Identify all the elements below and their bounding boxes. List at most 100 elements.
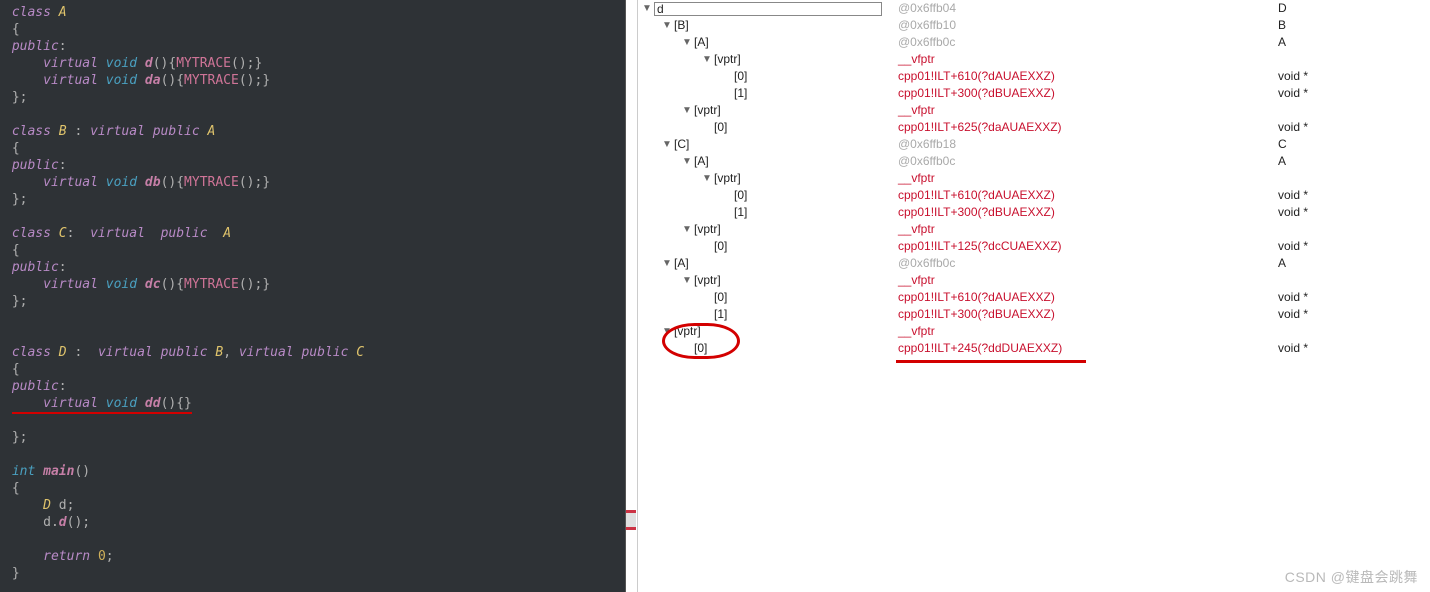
watch-name[interactable]: [1] bbox=[734, 85, 747, 102]
watermark-text: CSDN @键盘会跳舞 bbox=[1285, 569, 1418, 586]
code-line[interactable]: { bbox=[4, 22, 20, 37]
watch-name[interactable]: [0] bbox=[714, 289, 727, 306]
watch-name[interactable]: [vptr] bbox=[714, 170, 741, 187]
code-line[interactable]: }; bbox=[4, 192, 27, 207]
code-lines[interactable]: class A { public: virtual void d(){MYTRA… bbox=[0, 0, 625, 582]
code-line[interactable]: }; bbox=[4, 90, 27, 105]
code-line[interactable]: virtual void dd(){} bbox=[4, 396, 192, 414]
watch-row[interactable]: ▼[A]@0x6ffb0cA bbox=[638, 255, 1430, 272]
watch-name[interactable]: [vptr] bbox=[714, 51, 741, 68]
code-line[interactable] bbox=[4, 413, 12, 428]
watch-name[interactable]: [0] bbox=[714, 119, 727, 136]
code-line[interactable]: class D : virtual public B, virtual publ… bbox=[4, 345, 364, 360]
chevron-down-icon[interactable]: ▼ bbox=[662, 323, 672, 340]
code-line[interactable] bbox=[4, 447, 12, 462]
chevron-down-icon[interactable]: ▼ bbox=[642, 0, 652, 17]
watch-name[interactable]: [A] bbox=[694, 34, 709, 51]
watch-value: @0x6ffb04 bbox=[898, 0, 1278, 17]
chevron-down-icon[interactable]: ▼ bbox=[682, 102, 692, 119]
code-line[interactable] bbox=[4, 209, 12, 224]
watch-row[interactable]: [1]cpp01!ILT+300(?dBUAEXXZ)void * bbox=[638, 204, 1430, 221]
watch-row[interactable]: [0]cpp01!ILT+245(?ddDUAEXXZ)void * bbox=[638, 340, 1430, 357]
watch-name[interactable]: [C] bbox=[674, 136, 689, 153]
watch-name[interactable]: [1] bbox=[714, 306, 727, 323]
code-line[interactable]: { bbox=[4, 141, 20, 156]
code-editor[interactable]: class A { public: virtual void d(){MYTRA… bbox=[0, 0, 626, 592]
watch-row[interactable]: [1]cpp01!ILT+300(?dBUAEXXZ)void * bbox=[638, 85, 1430, 102]
chevron-down-icon[interactable]: ▼ bbox=[662, 136, 672, 153]
code-line[interactable] bbox=[4, 328, 12, 343]
code-line[interactable]: class C: virtual public A bbox=[4, 226, 231, 241]
code-line[interactable]: public: bbox=[4, 39, 67, 54]
watch-row[interactable]: ▼d@0x6ffb04D bbox=[638, 0, 1430, 17]
watch-row[interactable]: ▼[vptr]__vfptr bbox=[638, 323, 1430, 340]
watch-row[interactable]: ▼[A]@0x6ffb0cA bbox=[638, 153, 1430, 170]
splitter[interactable] bbox=[626, 0, 638, 592]
code-line[interactable]: virtual void db(){MYTRACE();} bbox=[4, 175, 270, 190]
watch-type: void * bbox=[1278, 119, 1430, 136]
watch-row[interactable]: ▼[vptr]__vfptr bbox=[638, 272, 1430, 289]
watch-name[interactable]: [0] bbox=[734, 68, 747, 85]
code-line[interactable] bbox=[4, 532, 12, 547]
code-line[interactable]: virtual void dc(){MYTRACE();} bbox=[4, 277, 270, 292]
code-line[interactable]: D d; bbox=[4, 498, 74, 513]
chevron-down-icon[interactable]: ▼ bbox=[682, 34, 692, 51]
chevron-down-icon[interactable]: ▼ bbox=[662, 17, 672, 34]
chevron-down-icon[interactable]: ▼ bbox=[662, 255, 672, 272]
code-line[interactable]: class A bbox=[4, 5, 67, 20]
code-line[interactable] bbox=[4, 107, 12, 122]
watch-value: cpp01!ILT+245(?ddDUAEXXZ) bbox=[898, 340, 1278, 357]
watch-row[interactable]: ▼[vptr]__vfptr bbox=[638, 51, 1430, 68]
code-line[interactable]: }; bbox=[4, 430, 27, 445]
watch-row[interactable]: ▼[vptr]__vfptr bbox=[638, 221, 1430, 238]
watch-row[interactable]: [0]cpp01!ILT+125(?dcCUAEXXZ)void * bbox=[638, 238, 1430, 255]
watch-name[interactable]: [0] bbox=[734, 187, 747, 204]
code-line[interactable]: { bbox=[4, 243, 20, 258]
chevron-down-icon[interactable]: ▼ bbox=[682, 221, 692, 238]
code-line[interactable]: public: bbox=[4, 158, 67, 173]
watch-name[interactable]: [0] bbox=[714, 238, 727, 255]
chevron-down-icon[interactable]: ▼ bbox=[682, 153, 692, 170]
watch-name[interactable]: [A] bbox=[694, 153, 709, 170]
watch-value: @0x6ffb0c bbox=[898, 153, 1278, 170]
code-line[interactable]: return 0; bbox=[4, 549, 114, 564]
watch-row[interactable]: [1]cpp01!ILT+300(?dBUAEXXZ)void * bbox=[638, 306, 1430, 323]
watch-row[interactable]: [0]cpp01!ILT+625(?daAUAEXXZ)void * bbox=[638, 119, 1430, 136]
watch-name[interactable]: [vptr] bbox=[694, 102, 721, 119]
chevron-down-icon[interactable]: ▼ bbox=[702, 51, 712, 68]
watch-name[interactable]: [1] bbox=[734, 204, 747, 221]
watch-row[interactable]: ▼[vptr]__vfptr bbox=[638, 102, 1430, 119]
code-line[interactable]: int main() bbox=[4, 464, 90, 479]
code-line[interactable]: class B : virtual public A bbox=[4, 124, 215, 139]
watch-name[interactable]: [vptr] bbox=[694, 272, 721, 289]
splitter-handle[interactable] bbox=[626, 510, 636, 530]
chevron-down-icon[interactable]: ▼ bbox=[682, 272, 692, 289]
code-line[interactable] bbox=[4, 311, 12, 326]
watch-row[interactable]: ▼[B]@0x6ffb10B bbox=[638, 17, 1430, 34]
watch-row[interactable]: [0]cpp01!ILT+610(?dAUAEXXZ)void * bbox=[638, 68, 1430, 85]
code-line[interactable]: public: bbox=[4, 260, 67, 275]
watch-row[interactable]: ▼[vptr]__vfptr bbox=[638, 170, 1430, 187]
watch-name[interactable]: [vptr] bbox=[674, 323, 701, 340]
watch-row[interactable]: ▼[A]@0x6ffb0cA bbox=[638, 34, 1430, 51]
watch-name[interactable]: d bbox=[654, 2, 882, 16]
watch-name[interactable]: [vptr] bbox=[694, 221, 721, 238]
watch-name[interactable]: [A] bbox=[674, 255, 689, 272]
watch-row[interactable]: [0]cpp01!ILT+610(?dAUAEXXZ)void * bbox=[638, 187, 1430, 204]
code-line[interactable]: }; bbox=[4, 294, 27, 309]
watch-type: B bbox=[1278, 17, 1430, 34]
watch-row[interactable]: ▼[C]@0x6ffb18C bbox=[638, 136, 1430, 153]
code-line[interactable]: virtual void d(){MYTRACE();} bbox=[4, 56, 262, 71]
code-line[interactable]: { bbox=[4, 362, 20, 377]
code-line[interactable]: public: bbox=[4, 379, 67, 394]
watch-panel[interactable]: ▼d@0x6ffb04D▼[B]@0x6ffb10B▼[A]@0x6ffb0cA… bbox=[638, 0, 1430, 592]
watch-name[interactable]: [0] bbox=[694, 340, 707, 357]
code-line[interactable]: d.d(); bbox=[4, 515, 90, 530]
code-line[interactable]: virtual void da(){MYTRACE();} bbox=[4, 73, 270, 88]
code-line[interactable]: } bbox=[4, 566, 20, 581]
watch-value: cpp01!ILT+610(?dAUAEXXZ) bbox=[898, 68, 1278, 85]
watch-row[interactable]: [0]cpp01!ILT+610(?dAUAEXXZ)void * bbox=[638, 289, 1430, 306]
watch-name[interactable]: [B] bbox=[674, 17, 689, 34]
code-line[interactable]: { bbox=[4, 481, 20, 496]
chevron-down-icon[interactable]: ▼ bbox=[702, 170, 712, 187]
